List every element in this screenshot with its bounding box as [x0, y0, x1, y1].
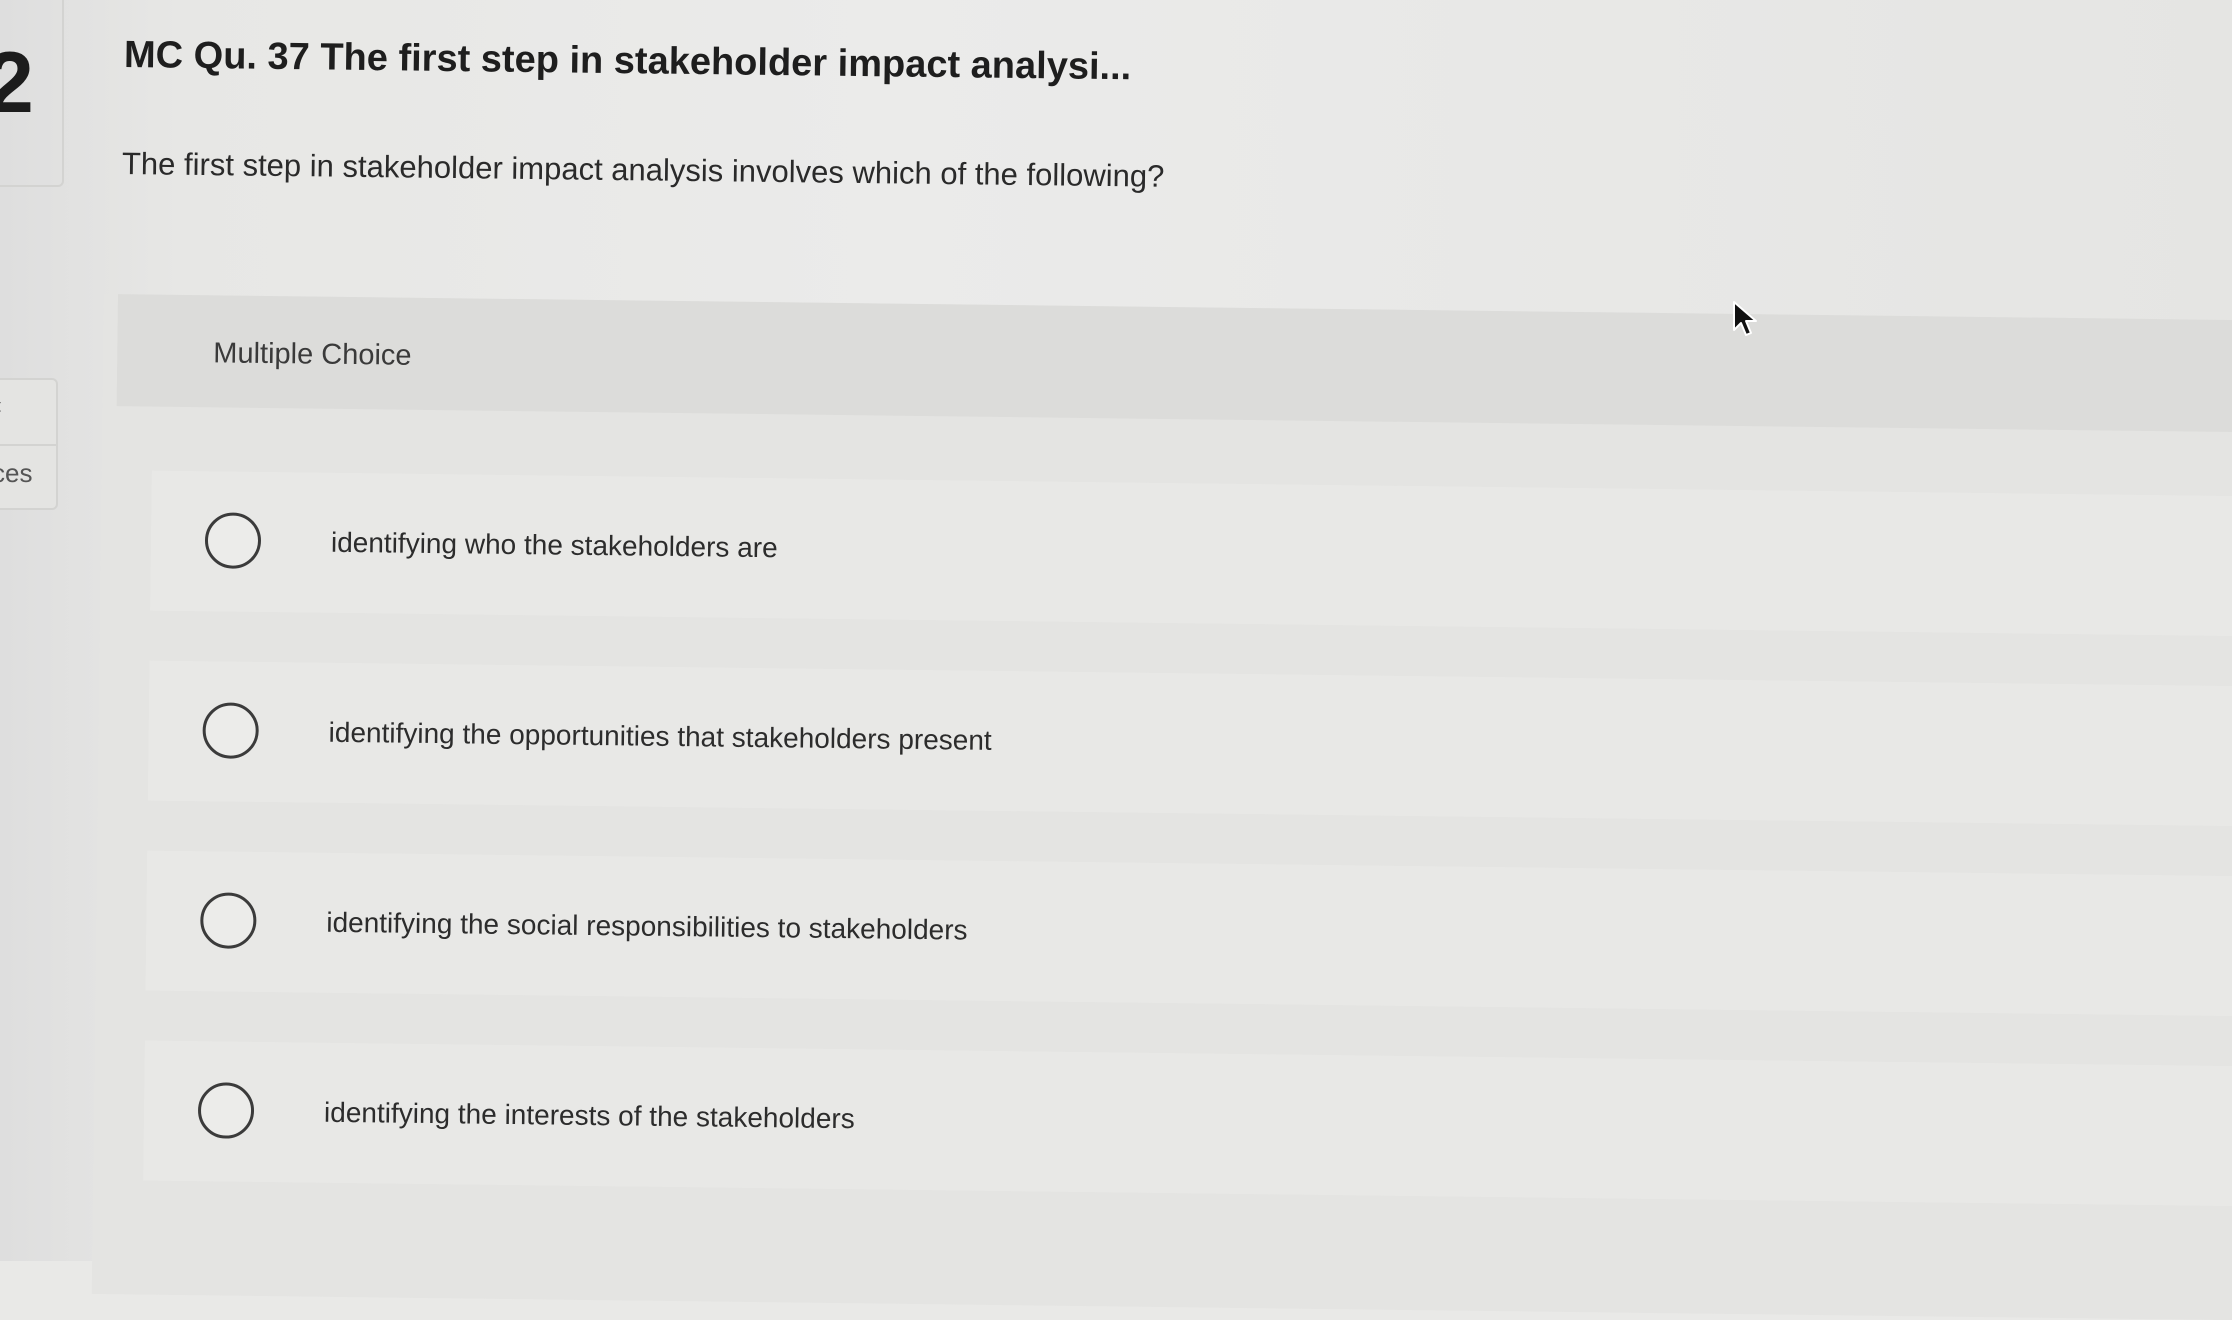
answer-option-1[interactable]: identifying who the stakeholders are	[150, 470, 2232, 637]
side-nav-divider	[0, 444, 56, 446]
answer-option-3[interactable]: identifying the social responsibilities …	[145, 850, 2232, 1017]
radio-unchecked-icon[interactable]	[197, 1082, 255, 1139]
question-number-panel[interactable]: 2	[0, 0, 64, 187]
side-nav-panel	[0, 378, 58, 510]
multiple-choice-area: Multiple Choice identifying who the stak…	[91, 294, 2232, 1320]
mouse-pointer-icon	[1733, 301, 1757, 336]
answer-option-4[interactable]: identifying the interests of the stakeho…	[143, 1040, 2232, 1207]
answer-option-2[interactable]: identifying the opportunities that stake…	[147, 660, 2232, 827]
multiple-choice-label: Multiple Choice	[213, 337, 412, 372]
answer-option-label[interactable]: identifying the social responsibilities …	[326, 907, 968, 947]
radio-unchecked-icon[interactable]	[204, 512, 262, 569]
answer-option-label[interactable]: identifying the opportunities that stake…	[328, 717, 991, 757]
answer-option-label[interactable]: identifying the interests of the stakeho…	[324, 1097, 855, 1135]
prev-chevron-icon[interactable]: ‹	[0, 392, 2, 420]
radio-unchecked-icon[interactable]	[202, 702, 260, 759]
radio-unchecked-icon[interactable]	[200, 892, 257, 949]
question-number: 2	[0, 35, 34, 131]
answer-option-label[interactable]: identifying who the stakeholders are	[331, 527, 778, 564]
references-button[interactable]: ces	[0, 458, 32, 489]
